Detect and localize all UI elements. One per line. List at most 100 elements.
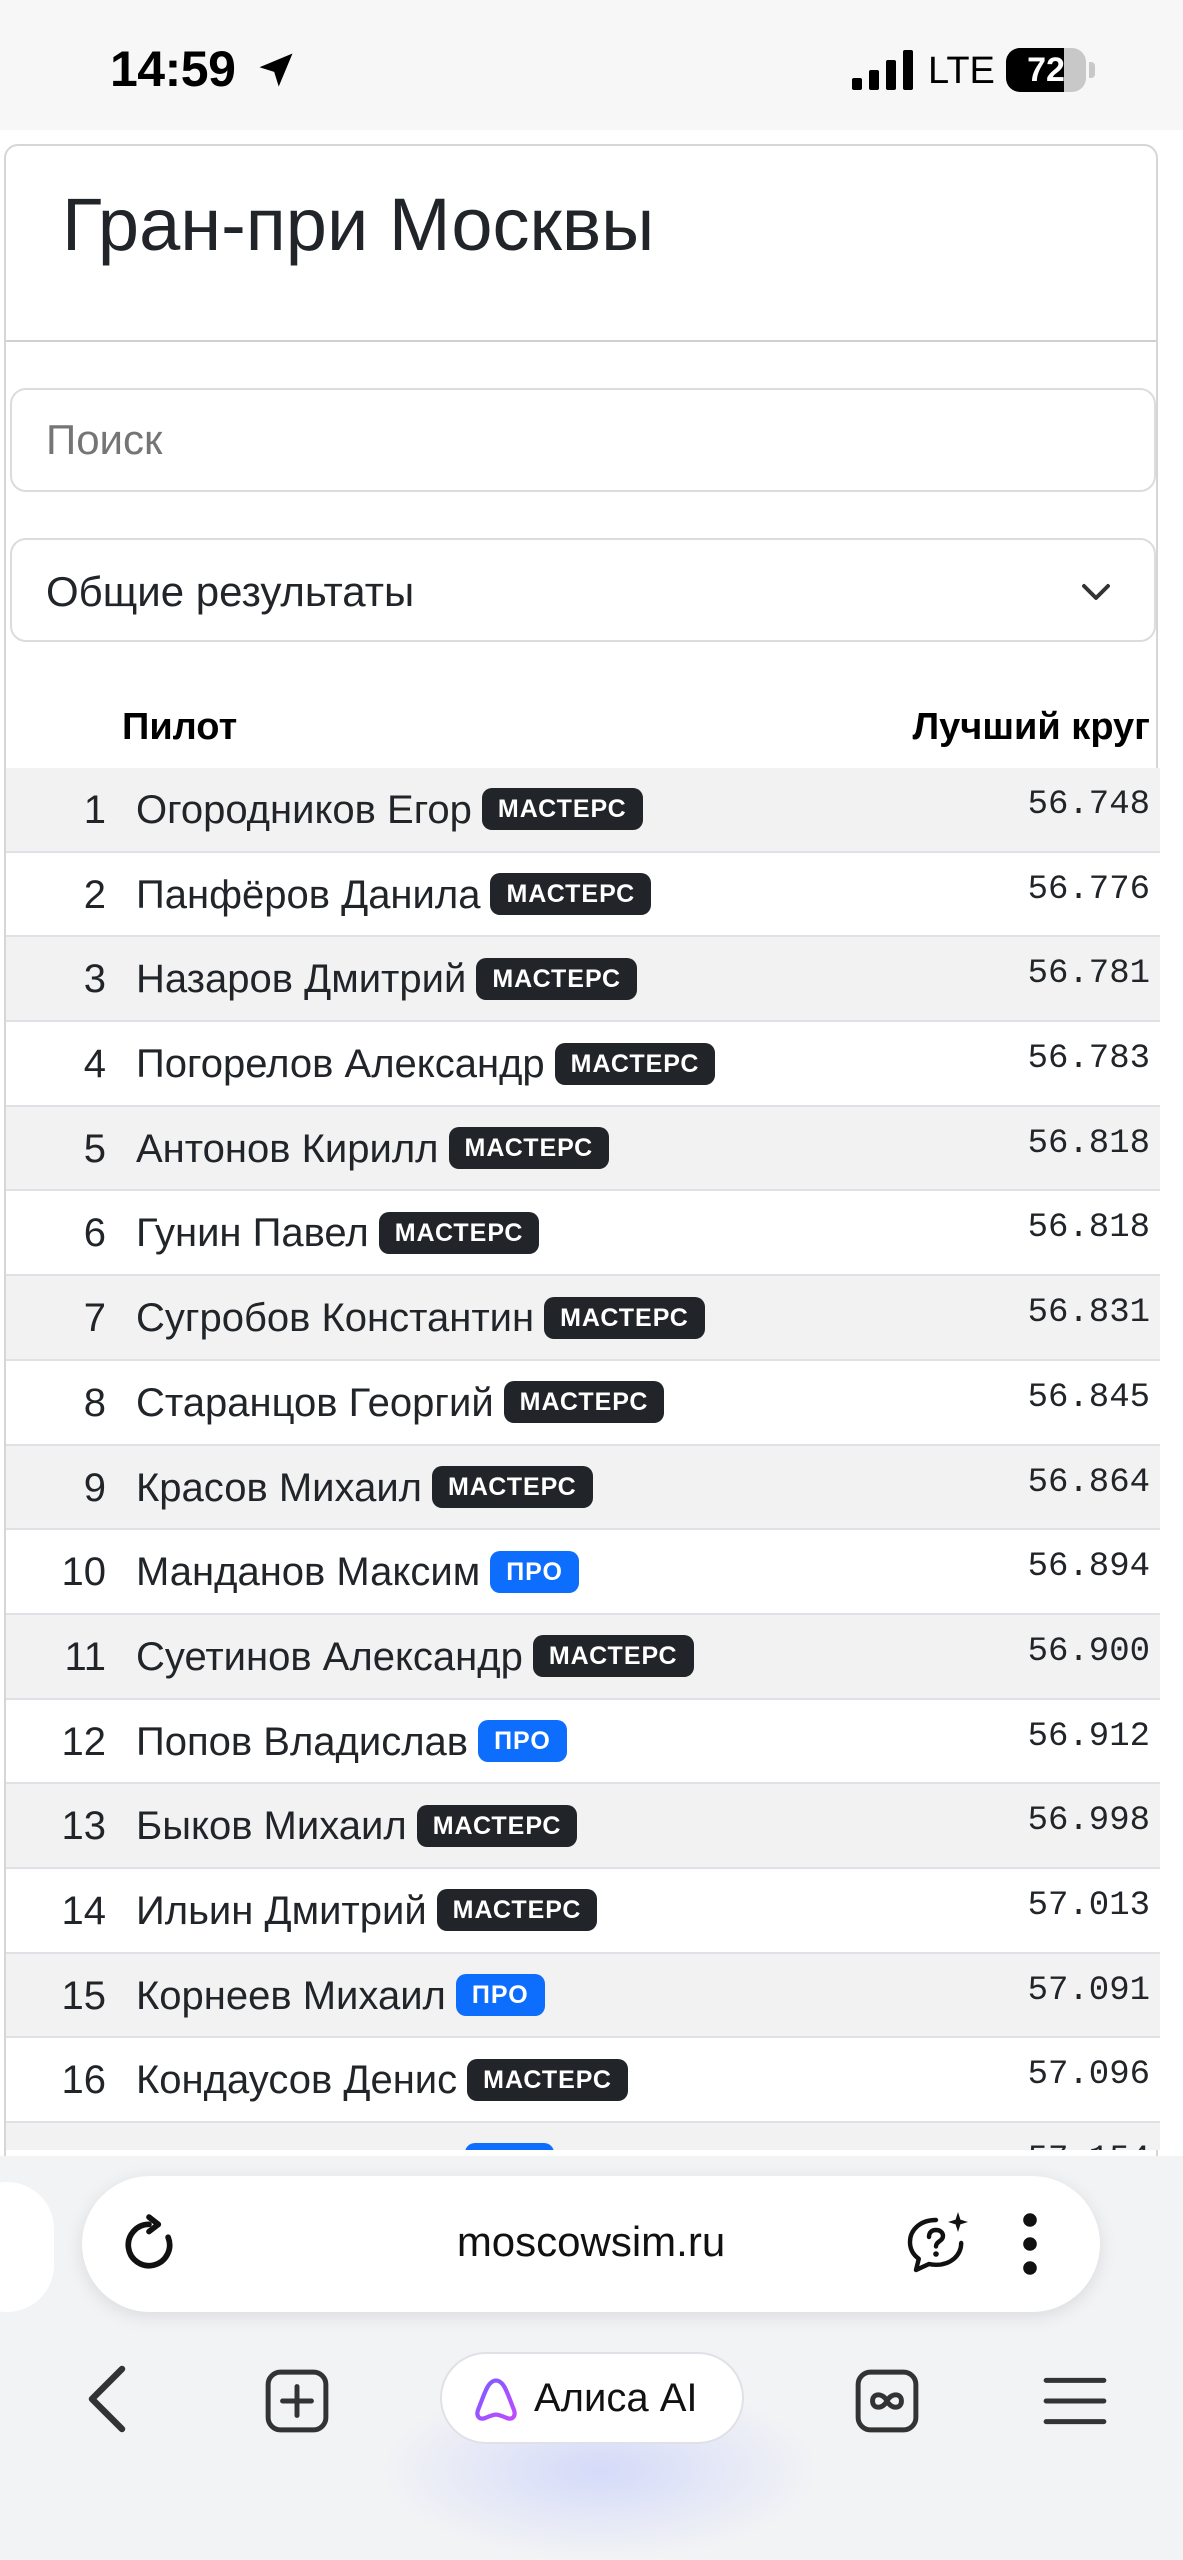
pilot-name-text: Огородников Егор (136, 788, 472, 832)
pilot-name-text: Антонов Кирилл (136, 1126, 439, 1171)
results-table-body: 1 Огородников Егор МАСТЕРС 56.748 2 Панфёров … (6, 768, 1160, 2150)
pilot-name-text: Сугробов Константин (136, 1296, 535, 1341)
table-row[interactable]: 3 Назаров Дмитрий МАСТЕРС 56.781 (6, 937, 1160, 1023)
pilot-name: Красов Михаил МАСТЕРС (136, 1466, 593, 1511)
status-bar: 14:59 LTE 72 (0, 0, 1183, 130)
class-badge: МАСТЕРС (490, 873, 652, 916)
row-position: 6 (83, 1211, 106, 1256)
best-lap-time: 57.154 (1028, 2141, 1150, 2150)
best-lap-time: 56.912 (1027, 1717, 1150, 1756)
row-position: 16 (61, 2058, 107, 2103)
pilot-name: Манданов Максим ПРО (136, 1550, 579, 1595)
menu-icon[interactable] (1042, 2374, 1108, 2428)
row-position: 17 (6, 2143, 107, 2150)
row-position: 3 (83, 957, 106, 1002)
pilot-name: Корнеев Михаил ПРО (136, 1974, 545, 2019)
class-badge: ПРО (490, 1550, 579, 1593)
alice-ai-button[interactable]: Алиса AI (440, 2352, 744, 2444)
column-header-best-lap[interactable]: Лучший круг (913, 706, 1151, 749)
table-row[interactable]: 9 Красов Михаил МАСТЕРС 56.864 (6, 1445, 1160, 1531)
table-row[interactable]: 16 Кондаусов Денис МАСТЕРС 57.096 (6, 2038, 1160, 2123)
ai-chat-icon[interactable] (904, 2210, 972, 2278)
search-input[interactable] (10, 388, 1156, 492)
table-row[interactable]: 12 Попов Владислав ПРО 56.912 (6, 1699, 1160, 1785)
pilot-name-text: Осипчинов Тагир (136, 2143, 455, 2150)
table-row[interactable]: 2 Панфёров Данила МАСТЕРС 56.776 (6, 852, 1160, 938)
pilot-name-text: Гунин Павел (136, 1211, 369, 1256)
table-row[interactable]: 13 Быков Михаил МАСТЕРС 56.998 (6, 1784, 1160, 1869)
status-time: 14:59 (110, 41, 236, 97)
table-row[interactable]: 15 Корнеев Михаил ПРО 57.091 (6, 1953, 1160, 2039)
best-lap-time: 57.091 (1027, 1971, 1150, 2010)
back-icon[interactable] (82, 2364, 132, 2434)
tabs-icon[interactable] (854, 2368, 920, 2434)
pilot-name: Ильин Дмитрий МАСТЕРС (136, 1889, 598, 1934)
pilot-name: Кондаусов Денис МАСТЕРС (136, 2058, 628, 2103)
alice-icon (475, 2378, 517, 2421)
table-row[interactable]: 7 Сугробов Константин МАСТЕРС 56.831 (6, 1276, 1160, 1361)
pilot-name: Антонов Кирилл МАСТЕРС (136, 1126, 610, 1172)
pilot-name-text: Кондаусов Денис (136, 2058, 458, 2103)
pilot-name: Сугробов Константин МАСТЕРС (136, 1296, 705, 1341)
table-row[interactable]: 17 Осипчинов Тагир ПРО 57.154 (6, 2123, 1160, 2150)
table-row[interactable]: 14 Ильин Дмитрий МАСТЕРС 57.013 (6, 1868, 1160, 1954)
row-position: 14 (61, 1888, 107, 1933)
class-badge: МАСТЕРС (432, 1465, 593, 1508)
pilot-name-text: Суетинов Александр (136, 1634, 523, 1679)
pilot-name: Быков Михаил МАСТЕРС (136, 1804, 578, 1849)
best-lap-time: 56.818 (1027, 1124, 1150, 1163)
table-row[interactable]: 10 Манданов Максим ПРО 56.894 (6, 1530, 1160, 1615)
best-lap-time: 56.900 (1027, 1632, 1150, 1671)
battery-level: 72 (1027, 51, 1065, 89)
pilot-name-text: Назаров Дмитрий (136, 957, 467, 1002)
class-badge: МАСТЕРС (476, 957, 638, 1000)
filter-selected-value: Общие результаты (46, 568, 415, 615)
best-lap-time: 56.776 (1027, 870, 1150, 909)
class-badge: МАСТЕРС (467, 2058, 628, 2101)
table-row[interactable]: 5 Антонов Кирилл МАСТЕРС 56.818 (6, 1106, 1160, 1192)
table-row[interactable]: 11 Суетинов Александр МАСТЕРС 56.900 (6, 1614, 1160, 1700)
best-lap-time: 56.894 (1027, 1548, 1150, 1587)
table-row[interactable]: 6 Гунин Павел МАСТЕРС 56.818 (6, 1191, 1160, 1277)
row-position: 13 (61, 1804, 107, 1849)
table-row[interactable]: 4 Погорелов Александр МАСТЕРС 56.783 (6, 1022, 1160, 1107)
best-lap-time: 57.013 (1027, 1886, 1150, 1925)
row-position: 10 (61, 1550, 107, 1595)
class-badge: МАСТЕРС (532, 1635, 694, 1678)
table-row[interactable]: 1 Огородников Егор МАСТЕРС 56.748 (6, 768, 1160, 853)
pilot-name-text: Панфёров Данила (136, 872, 481, 917)
best-lap-time: 56.845 (1027, 1378, 1150, 1417)
pilot-name: Назаров Дмитрий МАСТЕРС (136, 957, 638, 1002)
pilot-name-text: Быков Михаил (136, 1804, 407, 1849)
results-filter-select[interactable]: Общие результаты (10, 538, 1156, 642)
pilot-name-text: Корнеев Михаил (136, 1973, 446, 2018)
class-badge: МАСТЕРС (481, 788, 643, 831)
pilot-name: Осипчинов Тагир ПРО (136, 2143, 554, 2150)
pilot-name: Суетинов Александр МАСТЕРС (136, 1635, 694, 1680)
pilot-name: Погорелов Александр МАСТЕРС (136, 1042, 716, 1087)
column-header-pilot[interactable]: Пилот (122, 706, 237, 749)
best-lap-time: 57.096 (1027, 2056, 1150, 2095)
class-badge: МАСТЕРС (503, 1381, 665, 1424)
pilot-name: Попов Владислав ПРО (136, 1720, 567, 1765)
page-title: Гран-при Москвы (62, 183, 655, 266)
more-vertical-icon[interactable] (1020, 2212, 1040, 2276)
row-position: 2 (83, 872, 106, 917)
best-lap-time: 56.864 (1027, 1463, 1150, 1502)
row-position: 15 (61, 1973, 107, 2018)
row-position: 11 (64, 1634, 106, 1679)
row-position: 8 (83, 1380, 106, 1425)
row-position: 9 (83, 1465, 106, 1510)
pilot-name: Старанцов Георгий МАСТЕРС (136, 1380, 665, 1426)
best-lap-time: 56.831 (1027, 1294, 1150, 1333)
table-row[interactable]: 8 Старанцов Георгий МАСТЕРС 56.845 (6, 1360, 1160, 1446)
table-header: Пилот Лучший круг (6, 694, 1160, 774)
new-tab-icon[interactable] (264, 2368, 330, 2434)
row-position: 7 (83, 1296, 106, 1341)
address-bar[interactable]: moscowsim.ru (82, 2176, 1100, 2312)
class-badge: МАСТЕРС (554, 1042, 716, 1085)
pilot-name-text: Погорелов Александр (136, 1042, 545, 1087)
pilot-name-text: Старанцов Георгий (136, 1380, 494, 1425)
row-position: 5 (83, 1126, 106, 1171)
class-badge: МАСТЕРС (544, 1296, 705, 1339)
